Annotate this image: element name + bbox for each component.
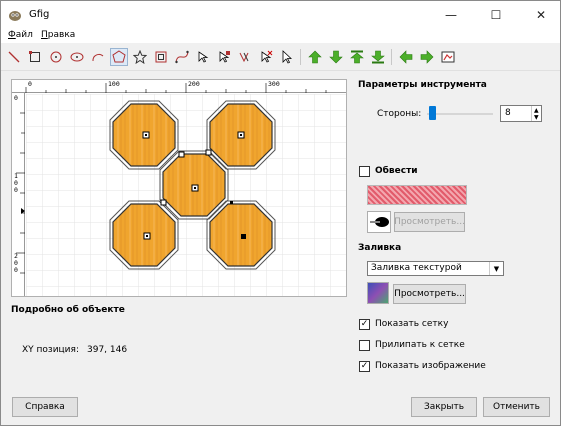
close-window-button[interactable]: ✕ [521,1,561,29]
sides-slider-track[interactable] [427,113,493,115]
fill-preview-button[interactable]: Просмотреть... [393,284,466,304]
lower-tool[interactable] [327,48,345,66]
polygon-tool[interactable] [110,48,128,66]
show-grid-checkbox[interactable]: ✓ [359,319,370,330]
sides-label: Стороны: [377,109,422,119]
sides-slider-handle[interactable] [428,106,436,120]
menu-bar: Файл Правка [1,29,560,43]
ruler-left: 0 100 200 [12,93,25,296]
minimize-button[interactable]: — [431,1,471,29]
fill-title: Заливка [358,243,402,253]
help-button[interactable]: Справка [12,397,78,417]
prev-object-icon [399,50,413,64]
stroke-preview-button[interactable]: Просмотреть... [394,212,465,232]
rectangle-tool[interactable] [26,48,44,66]
toolbar [1,43,560,71]
spiral-tool[interactable] [152,48,170,66]
title-bar: Gfig — ☐ ✕ [1,1,560,29]
window-title: Gfig [29,9,50,20]
show-grid-label: Показать сетку [375,319,449,329]
circle-tool[interactable] [47,48,65,66]
show-image-label: Показать изображение [375,361,486,371]
copy-object-tool[interactable] [236,48,254,66]
drawing-area[interactable] [26,94,346,296]
star-icon [133,50,147,64]
ellipse-icon [70,52,84,62]
next-object-icon [420,50,434,64]
raise-to-top-icon [350,50,364,64]
chevron-down-icon[interactable]: ▼ [489,262,503,275]
stroke-label: Обвести [375,166,418,176]
toolbar-separator [300,49,301,65]
maximize-button[interactable]: ☐ [476,1,516,29]
close-button[interactable]: Закрыть [411,397,477,417]
star-tool[interactable] [131,48,149,66]
delete-object-tool[interactable] [257,48,275,66]
brush-preview[interactable] [367,211,391,233]
gimp-app-icon [9,11,21,21]
checkmark-icon: ✓ [360,319,369,329]
stroke-checkbox[interactable] [359,166,370,177]
spin-down-icon[interactable]: ▼ [534,114,539,121]
object-details-title: Подробно об объекте [11,305,125,315]
arc-tool[interactable] [89,48,107,66]
bezier-icon [175,50,189,64]
sides-spinbox[interactable]: 8 ▲ ▼ [500,105,542,122]
move-object-icon [198,51,209,63]
cancel-button[interactable]: Отменить [483,397,550,417]
move-point-icon [219,51,230,63]
tool-options-title: Параметры инструмента [358,80,487,90]
bezier-tool[interactable] [173,48,191,66]
raise-to-top-tool[interactable] [348,48,366,66]
menu-file[interactable]: Файл [8,30,33,40]
minimize-icon: — [445,8,457,22]
ruler-top: 0 100 200 300 [12,80,346,93]
next-object-tool[interactable] [418,48,436,66]
select-object-icon [282,50,293,64]
spiral-icon [155,51,167,63]
snap-to-grid-checkbox[interactable] [359,340,370,351]
checkmark-icon: ✓ [360,361,369,371]
arc-icon [92,54,104,62]
menu-edit[interactable]: Правка [41,30,75,40]
ruler-top-ticks [25,83,327,93]
raise-icon [308,50,322,64]
fill-type-value: Заливка текстурой [371,263,462,273]
fill-type-combo[interactable]: Заливка текстурой ▼ [367,261,504,276]
polygon-icon [112,50,126,63]
show-all-icon [441,51,455,63]
brush-icon [370,217,389,227]
maximize-icon: ☐ [490,8,502,22]
raise-tool[interactable] [306,48,324,66]
circle-icon [50,51,62,63]
ruler-left-ticks [16,112,25,274]
copy-object-icon [239,52,249,63]
lower-to-bottom-tool[interactable] [369,48,387,66]
prev-object-tool[interactable] [397,48,415,66]
delete-object-icon [261,50,273,63]
snap-to-grid-label: Прилипать к сетке [375,340,465,350]
move-object-tool[interactable] [194,48,212,66]
rectangle-icon [29,51,40,62]
show-all-tool[interactable] [439,48,457,66]
spin-up-icon[interactable]: ▲ [534,107,539,114]
move-point-tool[interactable] [215,48,233,66]
sides-value: 8 [505,108,511,118]
sides-spin-buttons[interactable]: ▲ ▼ [531,106,541,121]
stroke-pattern-swatch[interactable] [367,185,467,205]
toolbar-separator [391,49,392,65]
close-icon: ✕ [535,8,547,22]
lower-icon [329,50,343,64]
pattern-preview[interactable] [367,282,389,304]
select-object-tool[interactable] [278,48,296,66]
line-icon [8,51,20,63]
show-image-checkbox[interactable]: ✓ [359,361,370,372]
lower-to-bottom-icon [371,50,385,64]
line-tool[interactable] [5,48,23,66]
ellipse-tool[interactable] [68,48,86,66]
gfig-window: Gfig — ☐ ✕ Файл Правка 0 100 200 300 0 1… [0,0,561,426]
xy-position-value: 397, 146 [87,345,128,355]
xy-position-label: XY позиция: [22,345,79,355]
